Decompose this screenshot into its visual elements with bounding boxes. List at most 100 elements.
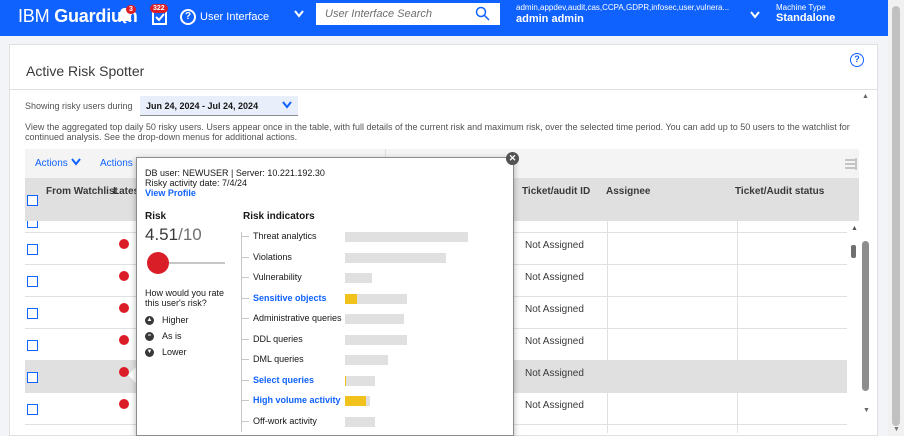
risk-score-value: 4.51 (145, 225, 179, 244)
column-header-from-watchlist[interactable]: From Watchlist (46, 187, 118, 197)
indicator-label: Threat analytics (253, 231, 317, 241)
risk-dot[interactable] (119, 303, 129, 313)
scroll-up-arrow-icon[interactable]: ▲ (851, 225, 858, 232)
indicator-label[interactable]: Select queries (253, 375, 314, 385)
ticket-id-cell: Not Assigned (525, 240, 584, 251)
column-divider (737, 221, 738, 433)
tasks-badge: 322 (150, 4, 168, 13)
rate-lower-label: Lower (162, 347, 187, 357)
page-scrollbar-thumb[interactable] (892, 6, 900, 426)
ticket-id-cell: Not Assigned (525, 400, 584, 411)
rate-higher-label: Higher (162, 315, 189, 325)
rate-question: How would you rate this user's risk? (145, 288, 225, 308)
user-roles: admin,appdev,audit,cas,CCPA,GDPR,infosec… (516, 3, 730, 12)
ticket-id-cell: Not Assigned (525, 336, 584, 347)
row-checkbox[interactable] (27, 404, 38, 415)
indicator-tree-tick (241, 400, 249, 401)
indicator-tree-tick (241, 318, 249, 319)
top-navigation-bar: IBM Guardium 3 322 ? User Interface User… (0, 0, 888, 36)
chevron-down-icon[interactable] (294, 10, 304, 18)
help-icon[interactable]: ? (180, 9, 196, 25)
page-title: Active Risk Spotter (26, 63, 145, 79)
indicator-bar (345, 314, 404, 324)
indicator-label: Violations (253, 251, 292, 262)
scroll-up-arrow-icon[interactable]: ▲ (862, 93, 869, 100)
showing-label: Showing risky users during (25, 101, 133, 111)
indicator-tree-line (241, 232, 242, 432)
scroll-down-arrow-icon[interactable]: ▼ (863, 407, 870, 414)
view-profile-link[interactable]: View Profile (145, 188, 196, 198)
ticket-id-cell: Not Assigned (525, 304, 584, 315)
indicator-label: Vulnerability (253, 272, 302, 282)
machine-type-value: Standalone (776, 12, 836, 24)
indicator-bar (345, 396, 370, 406)
search-placeholder: User Interface Search (325, 8, 432, 20)
actions-menu-button[interactable]: Actions (35, 158, 81, 169)
indicator-label: Off-work activity (253, 415, 317, 426)
column-header-ticket-id[interactable]: Ticket/audit ID (522, 187, 590, 197)
search-icon[interactable] (475, 6, 490, 21)
ui-search-input[interactable]: User Interface Search (316, 3, 500, 25)
ui-selector[interactable]: User Interface (200, 3, 308, 29)
chevron-down-icon (70, 158, 81, 166)
risk-dot[interactable] (119, 239, 129, 249)
table-scrollbar[interactable]: ▲ (848, 221, 860, 433)
actions-menu-button-2[interactable]: Actions (100, 158, 133, 169)
risk-dot[interactable] (119, 399, 129, 409)
indicator-bar (345, 252, 446, 263)
indicator-bar-fill (345, 375, 346, 386)
column-header-assignee[interactable]: Assignee (606, 187, 650, 197)
risk-details-popover: DB user: NEWUSER | Server: 10.221.192.30… (136, 157, 514, 436)
chevron-down-icon (282, 101, 292, 109)
indicator-label: DML queries (253, 354, 304, 364)
risky-activity-date: Risky activity date: 7/4/24 (145, 178, 248, 188)
risk-dot[interactable] (119, 271, 129, 281)
rate-as-is-option[interactable]: = As is (145, 331, 182, 342)
risk-label: Risk (145, 211, 167, 222)
indicator-bar-fill (345, 396, 366, 406)
column-divider (607, 221, 608, 433)
column-header-ticket-status[interactable]: Ticket/Audit status (735, 187, 824, 197)
date-range-value: Jun 24, 2024 - Jul 24, 2024 (146, 101, 259, 111)
alerts-badge: 3 (126, 5, 136, 14)
scroll-down-arrow-icon[interactable]: ▼ (893, 426, 900, 433)
indicator-bar (345, 375, 375, 386)
chevron-down-icon[interactable] (750, 11, 760, 19)
indicator-bar (345, 334, 407, 345)
divider (10, 89, 877, 90)
indicator-bar (345, 273, 372, 283)
indicator-bar-fill (345, 293, 357, 304)
indicator-tree-tick (241, 338, 249, 340)
indicator-tree-tick (241, 277, 249, 278)
indicator-label[interactable]: High volume activity (253, 395, 341, 405)
indicator-bar (345, 232, 468, 242)
indicator-tree-tick (241, 420, 249, 422)
indicator-label[interactable]: Sensitive objects (253, 293, 327, 303)
ticket-id-cell: Not Assigned (525, 272, 584, 283)
indicator-tree-tick (241, 379, 249, 381)
row-checkbox[interactable] (27, 276, 38, 287)
help-icon[interactable]: ? (850, 53, 864, 67)
rate-lower-option[interactable]: ▼ Lower (145, 347, 187, 358)
date-range-select[interactable]: Jun 24, 2024 - Jul 24, 2024 (140, 96, 298, 116)
indicator-bar (345, 293, 407, 304)
risk-dot[interactable] (119, 335, 129, 345)
card-scrollbar-thumb[interactable] (862, 241, 869, 391)
user-name[interactable]: admin admin (516, 13, 584, 25)
row-checkbox[interactable] (27, 221, 38, 228)
actions-label: Actions (35, 158, 68, 169)
row-checkbox[interactable] (27, 372, 38, 383)
indicator-tree-tick (241, 256, 249, 258)
table-scrollbar-thumb[interactable] (851, 245, 856, 258)
row-checkbox[interactable] (27, 244, 38, 255)
row-checkbox[interactable] (27, 308, 38, 319)
risk-score: 4.51/10 (145, 225, 202, 245)
filter-icon[interactable] (845, 158, 859, 170)
rate-higher-option[interactable]: ▲ Higher (145, 315, 189, 326)
select-all-checkbox[interactable] (27, 195, 38, 206)
close-icon[interactable]: ✕ (506, 152, 519, 165)
page-description: View the aggregated top daily 50 risky u… (25, 122, 850, 142)
row-checkbox[interactable] (27, 340, 38, 351)
risk-level-dot (147, 252, 169, 274)
indicator-tree-tick (241, 236, 249, 237)
